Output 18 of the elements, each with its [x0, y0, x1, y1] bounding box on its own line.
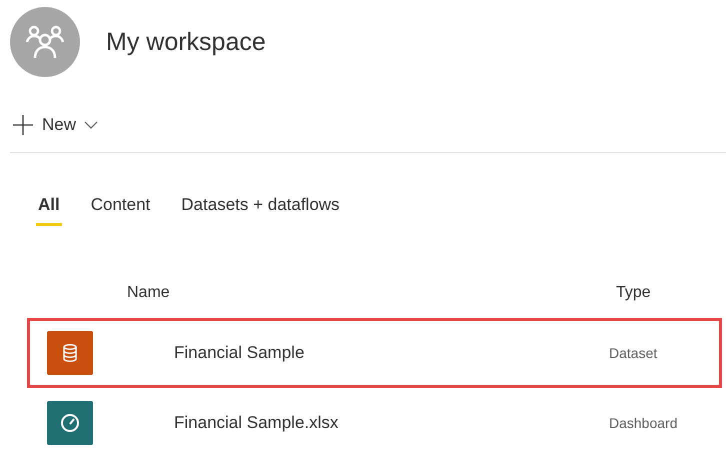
column-header[interactable]: Name — [127, 284, 616, 302]
people-icon — [25, 25, 65, 59]
tab[interactable]: Datasets + dataflows — [179, 191, 342, 226]
highlighted-row[interactable]: Financial Sample Dataset — [27, 318, 722, 388]
gauge-icon — [60, 413, 80, 433]
item-type: Dataset — [609, 345, 658, 361]
item-name: Financial Sample.xlsx — [174, 413, 340, 433]
tab[interactable]: Content — [88, 191, 152, 226]
column-header[interactable]: Type — [616, 284, 726, 302]
plus-icon — [12, 114, 34, 136]
item-type: Dashboard — [609, 415, 678, 431]
chevron-down-icon — [84, 121, 98, 129]
tab[interactable]: All — [36, 191, 62, 226]
table-row[interactable]: Financial Sample.xlsx Dashboard — [27, 388, 722, 453]
workspace-title: My workspace — [106, 28, 266, 56]
new-button[interactable]: New — [12, 110, 98, 140]
item-name: Financial Sample — [174, 343, 306, 363]
database-icon — [63, 344, 77, 362]
